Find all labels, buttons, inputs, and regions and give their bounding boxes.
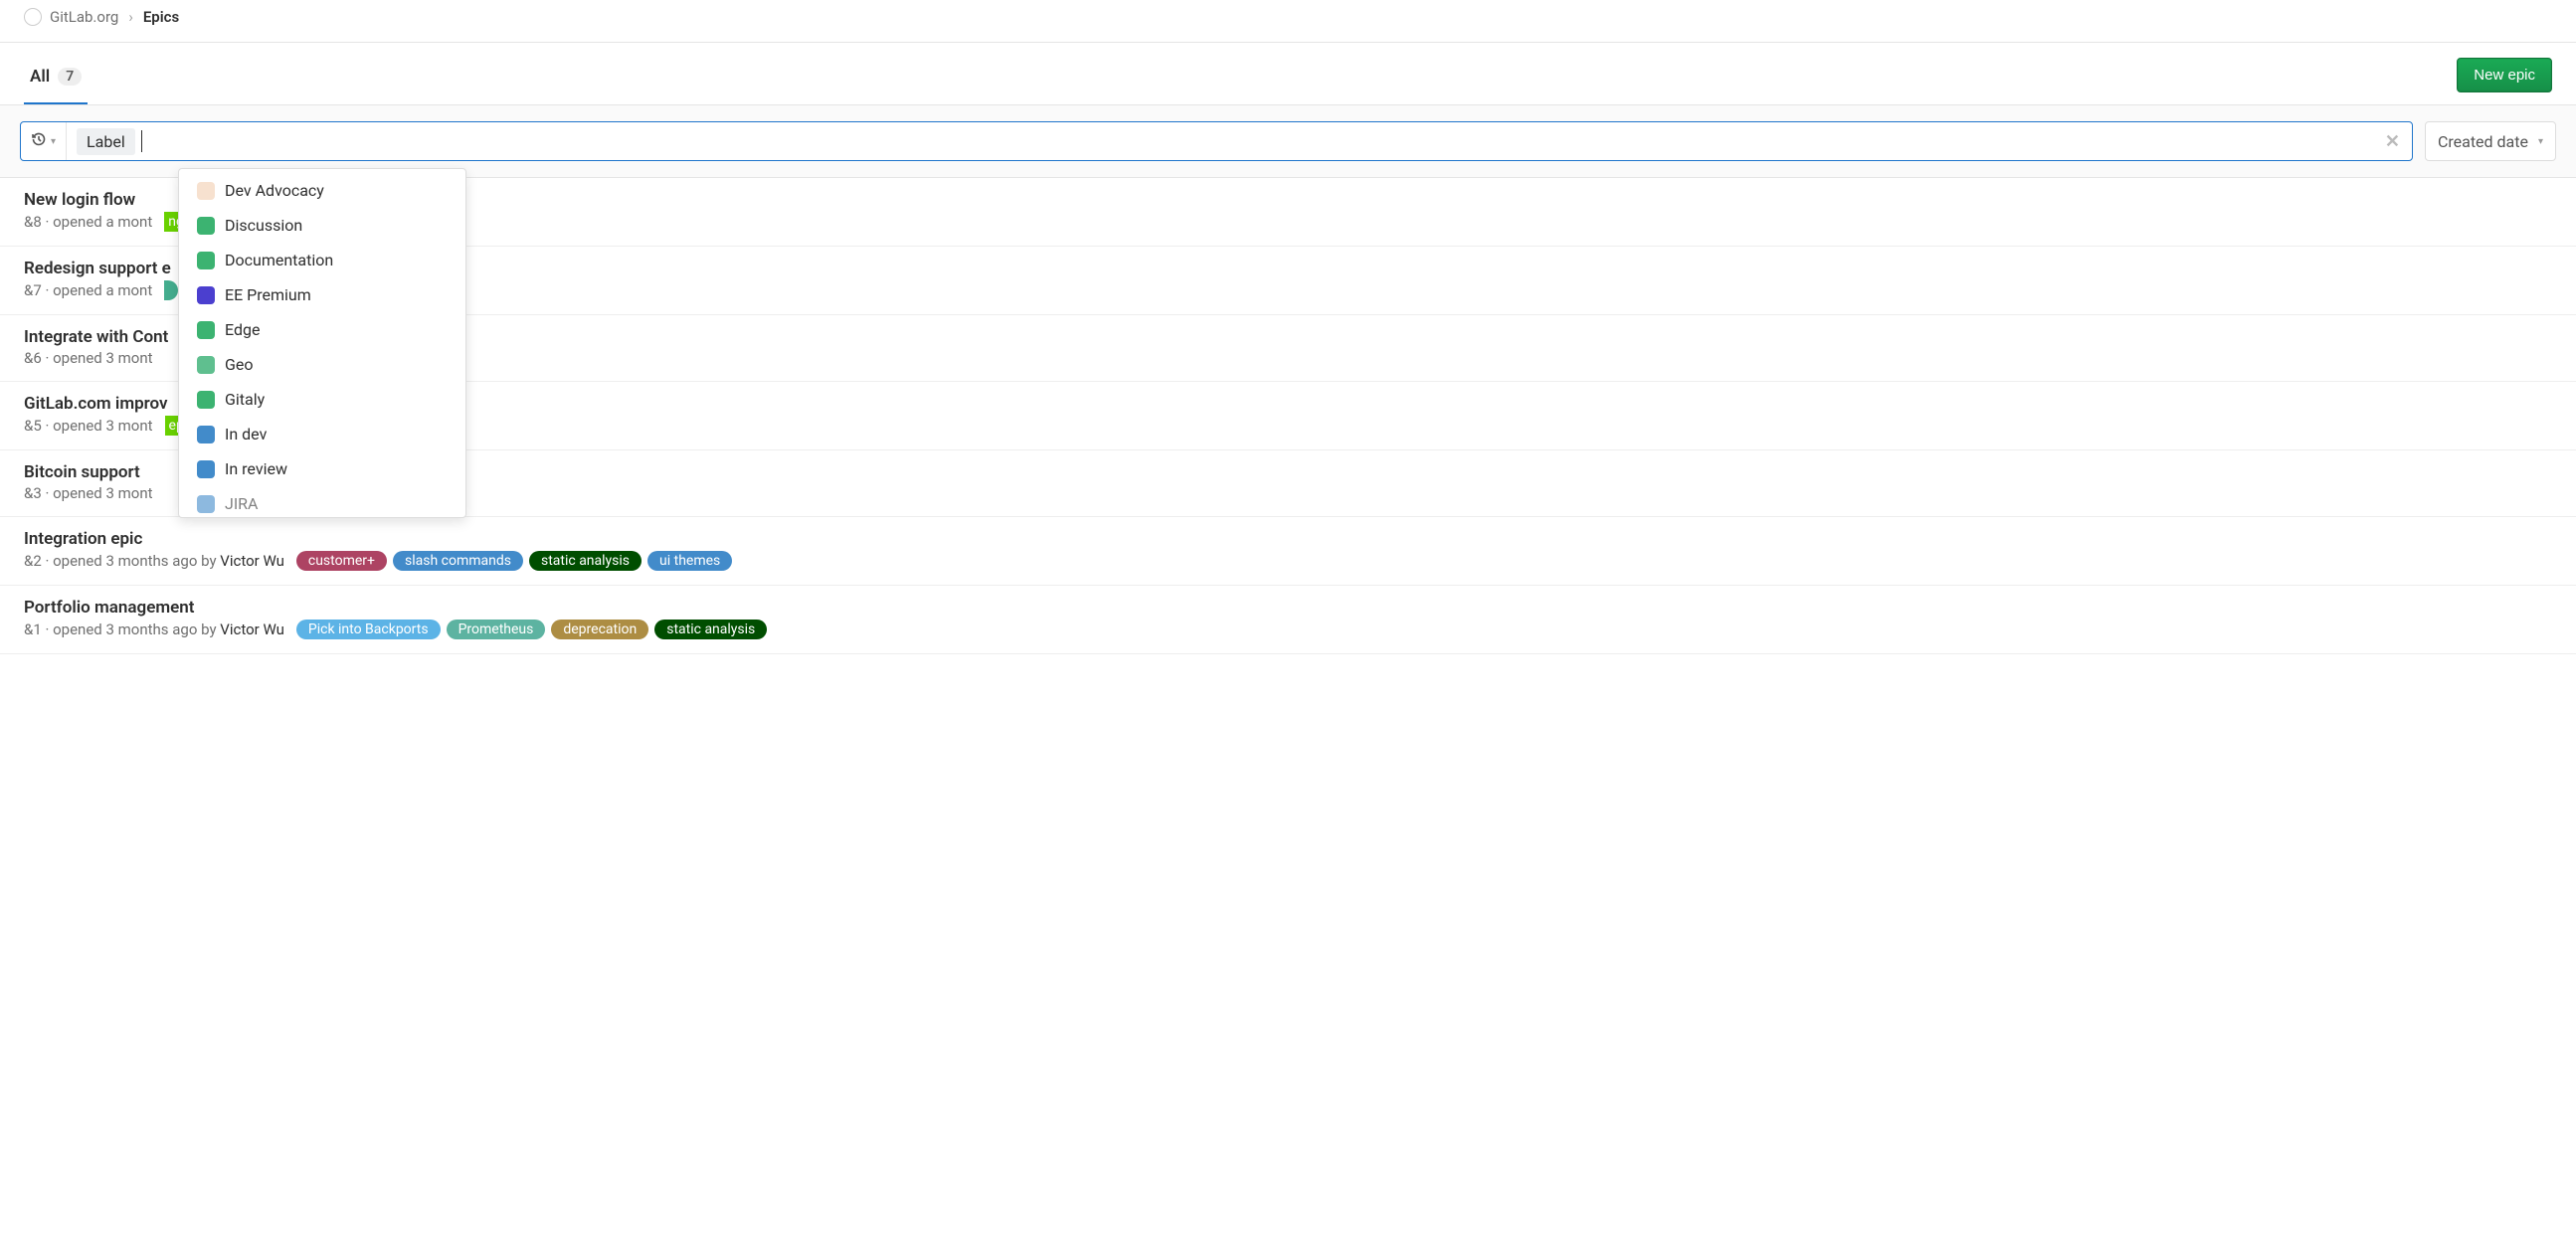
dropdown-item-label: Dev Advocacy [225,181,324,200]
dropdown-item[interactable]: Edge [179,312,465,347]
dropdown-item[interactable]: Discussion [179,208,465,243]
dropdown-item[interactable]: Gitaly [179,382,465,417]
breadcrumb-section: Epics [143,8,179,26]
epic-item[interactable]: Integration epic&2 · opened 3 months ago… [0,517,2576,586]
epic-meta: &5 · opened 3 mont [24,417,153,435]
dropdown-item-label: Edge [225,320,260,339]
chevron-down-icon: ▾ [51,136,56,147]
label-pill[interactable]: ui themes [647,551,732,571]
dropdown-item[interactable]: JIRA [179,486,465,513]
dropdown-item[interactable]: Documentation [179,243,465,277]
tab-all-label: All [30,67,50,87]
label-color-swatch [197,391,215,409]
epic-labels: customer+ slash commands static analysisui… [296,551,732,571]
epic-title[interactable]: Portfolio management [24,598,2552,618]
dropdown-item-label: Geo [225,355,254,374]
label-color-swatch [197,252,215,269]
epic-author[interactable]: Victor Wu [220,620,284,638]
dropdown-item[interactable]: Geo [179,347,465,382]
epic-title[interactable]: Integration epic [24,529,2552,549]
label-pill[interactable]: Prometheus [447,620,546,639]
group-avatar [24,8,42,26]
label-color-swatch [197,426,215,443]
epic-opened: · opened 3 mont [45,484,152,502]
chevron-right-icon [126,8,135,26]
tab-all[interactable]: All 7 [24,57,88,104]
dropdown-item[interactable]: In review [179,451,465,486]
breadcrumb: GitLab.org Epics [0,0,2576,43]
dropdown-item-label: In review [225,459,287,478]
dropdown-item-label: Discussion [225,216,302,235]
epic-opened: · opened a mont [45,281,152,299]
epic-meta-row: &2 · opened 3 months ago by Victor Wu cus… [24,551,2552,571]
label-color-swatch [197,217,215,235]
epic-opened: · opened 3 mont [45,417,152,435]
search-history-dropdown[interactable]: ▾ [21,122,67,160]
epic-ref: &6 [24,349,45,367]
dropdown-item-label: JIRA [225,494,258,513]
chevron-down-icon: ▾ [2538,136,2543,147]
epic-item[interactable]: Portfolio management&1 · opened 3 months… [0,586,2576,654]
epic-meta: &8 · opened a mont [24,213,152,231]
epic-meta: &1 · opened 3 months ago by Victor Wu [24,620,284,638]
dropdown-item-label: EE Premium [225,285,311,304]
epic-labels: Pick into Backports Prometheus deprecation… [296,620,767,639]
clear-filter-icon[interactable]: ✕ [2373,131,2412,152]
label-dropdown: Dev Advocacy Discussion Documentation EE Pr… [178,168,466,518]
sort-dropdown[interactable]: Created date ▾ [2425,121,2556,161]
epic-meta: &3 · opened 3 mont [24,484,153,502]
filter-chip-label[interactable]: Label [77,128,135,155]
epic-ref: &5 [24,417,45,435]
dropdown-item-label: In dev [225,425,267,443]
label-pill[interactable]: slash commands [393,551,523,571]
label-color-swatch [197,182,215,200]
label-color-swatch [197,460,215,478]
label-pill[interactable] [164,280,178,300]
epic-ref: &3 [24,484,45,502]
sort-label: Created date [2438,132,2528,151]
dropdown-item[interactable]: Dev Advocacy [179,173,465,208]
epic-meta: &6 · opened 3 mont [24,349,153,367]
label-pill[interactable]: static analysis [654,620,767,639]
filter-bar: ▾ Label ✕ Dev AdvocacyDiscussionDocument… [0,105,2576,178]
epic-meta: &2 · opened 3 months ago by Victor Wu [24,552,284,570]
epic-opened: · opened 3 months ago by [45,552,216,570]
label-pill[interactable]: customer+ [296,551,387,571]
new-epic-button[interactable]: New epic [2457,58,2552,92]
epic-opened: · opened 3 mont [45,349,152,367]
label-color-swatch [197,356,215,374]
filter-box[interactable]: ▾ Label ✕ Dev AdvocacyDiscussionDocument… [20,121,2413,161]
epic-ref: &7 [24,281,45,299]
dropdown-item[interactable]: EE Premium [179,277,465,312]
epic-opened: · opened 3 months ago by [45,620,216,638]
dropdown-item[interactable]: In dev [179,417,465,451]
dropdown-item-label: Gitaly [225,390,265,409]
label-color-swatch [197,286,215,304]
epic-ref: &2 [24,552,45,570]
label-pill[interactable]: static analysis [529,551,642,571]
epic-meta-row: &1 · opened 3 months ago by Victor Wu Pic… [24,620,2552,639]
dropdown-item-label: Documentation [225,251,333,269]
tab-all-count: 7 [58,68,82,86]
label-pill[interactable]: deprecation [551,620,648,639]
epic-ref: &8 [24,213,45,231]
filter-input[interactable] [142,122,2373,160]
epic-meta: &7 · opened a mont [24,281,152,299]
epic-opened: · opened a mont [45,213,152,231]
epic-author[interactable]: Victor Wu [220,552,284,570]
label-pill[interactable]: Pick into Backports [296,620,441,639]
label-color-swatch [197,495,215,513]
label-color-swatch [197,321,215,339]
epic-ref: &1 [24,620,45,638]
breadcrumb-group[interactable]: GitLab.org [50,8,118,26]
tab-bar: All 7 New epic [0,43,2576,105]
history-icon [31,131,47,151]
